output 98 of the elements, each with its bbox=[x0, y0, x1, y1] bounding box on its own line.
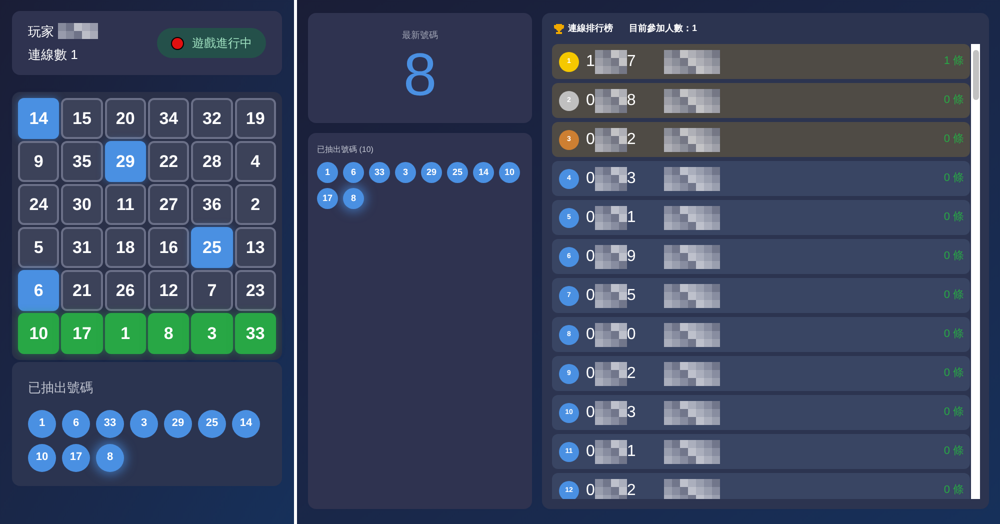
line-count: 0 條 bbox=[944, 93, 964, 108]
line-count: 0 條 bbox=[944, 327, 964, 342]
bingo-cell[interactable]: 21 bbox=[61, 270, 103, 311]
player-id-start: 0 bbox=[586, 402, 595, 422]
player-id-end: 1 bbox=[626, 208, 636, 228]
bingo-cell[interactable]: 22 bbox=[148, 141, 190, 182]
line-count: 0 條 bbox=[944, 444, 964, 460]
redacted-name bbox=[664, 128, 720, 152]
redacted-id bbox=[594, 206, 627, 230]
player-id-end: 2 bbox=[626, 480, 636, 499]
redacted-name bbox=[664, 166, 720, 190]
redacted-name bbox=[664, 362, 720, 386]
redacted-id bbox=[594, 244, 627, 268]
bingo-cell[interactable]: 31 bbox=[61, 227, 103, 268]
bingo-cell[interactable]: 26 bbox=[104, 270, 146, 311]
leaderboard-title: 連線排行榜 bbox=[568, 22, 613, 36]
player-id-end: 7 bbox=[626, 52, 636, 72]
player-id-start: 0 bbox=[586, 286, 595, 306]
bingo-cell[interactable]: 9 bbox=[18, 141, 60, 182]
bingo-cell[interactable]: 30 bbox=[61, 184, 103, 225]
bingo-cell[interactable]: 15 bbox=[61, 98, 103, 139]
redacted-name bbox=[664, 322, 720, 346]
bingo-cell[interactable]: 5 bbox=[18, 227, 60, 268]
line-count: 0 條 bbox=[944, 171, 964, 186]
bingo-cell[interactable]: 32 bbox=[191, 98, 233, 139]
redacted-id bbox=[594, 50, 627, 74]
redacted-name bbox=[664, 244, 720, 268]
bingo-cell[interactable]: 2 bbox=[234, 184, 276, 225]
line-count: 0 條 bbox=[944, 405, 964, 420]
bingo-cell[interactable]: 35 bbox=[61, 141, 103, 182]
player-id-start: 0 bbox=[586, 168, 595, 188]
bingo-cell[interactable]: 12 bbox=[148, 270, 190, 311]
streak-count: 連線數 1 bbox=[28, 46, 79, 64]
player-id-end: 9 bbox=[626, 246, 636, 266]
line-count: 0 條 bbox=[944, 210, 964, 226]
bingo-cell[interactable]: 4 bbox=[234, 141, 276, 182]
bingo-cell[interactable]: 34 bbox=[148, 98, 190, 139]
line-count: 0 條 bbox=[944, 249, 964, 264]
player-id-start: 0 bbox=[586, 364, 595, 384]
redacted-id bbox=[594, 128, 627, 152]
player-id-end: 2 bbox=[626, 130, 636, 150]
player-id-end: 8 bbox=[626, 90, 636, 110]
redacted-id bbox=[594, 322, 627, 346]
bingo-cell[interactable]: 28 bbox=[191, 141, 233, 182]
player-id-end: 0 bbox=[626, 324, 636, 344]
participant-count: 目前參加人數：1 bbox=[629, 22, 698, 36]
player-id-start: 0 bbox=[586, 246, 595, 266]
redacted-name bbox=[664, 478, 720, 499]
bingo-cell[interactable]: 18 bbox=[104, 227, 146, 268]
bingo-cell[interactable]: 11 bbox=[104, 184, 146, 225]
player-id-start: 1 bbox=[586, 52, 595, 72]
bingo-cell[interactable]: 36 bbox=[191, 184, 233, 225]
player-id-end: 3 bbox=[626, 402, 636, 422]
redacted-id bbox=[594, 478, 627, 499]
bingo-cell[interactable]: 24 bbox=[18, 184, 60, 225]
redacted-name bbox=[664, 50, 720, 74]
trophy-icon bbox=[554, 24, 564, 34]
bingo-cell[interactable]: 7 bbox=[191, 270, 233, 311]
redacted-name bbox=[58, 23, 98, 40]
bingo-cell[interactable]: 13 bbox=[234, 227, 276, 268]
redacted-name bbox=[664, 440, 720, 464]
player-id-end: 2 bbox=[626, 364, 636, 384]
player-id-end: 3 bbox=[626, 168, 636, 188]
player-id-start: 0 bbox=[586, 324, 595, 344]
redacted-id bbox=[594, 400, 627, 424]
player-id-start: 0 bbox=[586, 90, 595, 110]
player-id-end: 5 bbox=[626, 286, 636, 306]
player-id-start: 0 bbox=[586, 130, 595, 150]
bingo-cell[interactable]: 19 bbox=[234, 98, 276, 139]
line-count: 0 條 bbox=[944, 132, 964, 148]
line-count: 0 條 bbox=[944, 366, 964, 382]
bingo-cell[interactable]: 20 bbox=[104, 98, 146, 139]
redacted-name bbox=[664, 284, 720, 308]
redacted-id bbox=[594, 440, 627, 464]
line-count: 0 條 bbox=[944, 483, 964, 498]
scrollbar[interactable] bbox=[971, 44, 980, 499]
redacted-id bbox=[594, 362, 627, 386]
player-id-start: 0 bbox=[586, 208, 595, 228]
player-label: 玩家 bbox=[28, 22, 54, 40]
drawn-numbers-title: 已抽出號碼 (10) bbox=[317, 144, 374, 156]
redacted-id bbox=[594, 88, 627, 112]
redacted-id bbox=[594, 284, 627, 308]
bingo-cell[interactable]: 16 bbox=[148, 227, 190, 268]
redacted-id bbox=[594, 166, 627, 190]
line-count: 0 條 bbox=[944, 288, 964, 304]
latest-number-label: 最新號碼 bbox=[402, 29, 438, 42]
line-count: 1 條 bbox=[944, 54, 964, 70]
drawn-numbers-title: 已抽出號碼 bbox=[28, 379, 94, 397]
player-id-start: 0 bbox=[586, 442, 595, 462]
bingo-cell[interactable]: 27 bbox=[148, 184, 190, 225]
player-id-end: 1 bbox=[626, 442, 636, 462]
redacted-name bbox=[664, 206, 720, 230]
redacted-name bbox=[664, 400, 720, 424]
redacted-name bbox=[664, 88, 720, 112]
latest-number: 8 bbox=[403, 42, 437, 106]
player-id-start: 0 bbox=[586, 480, 595, 499]
bingo-cell[interactable]: 23 bbox=[234, 270, 276, 311]
status-label: 遊戲進行中 bbox=[192, 35, 252, 52]
